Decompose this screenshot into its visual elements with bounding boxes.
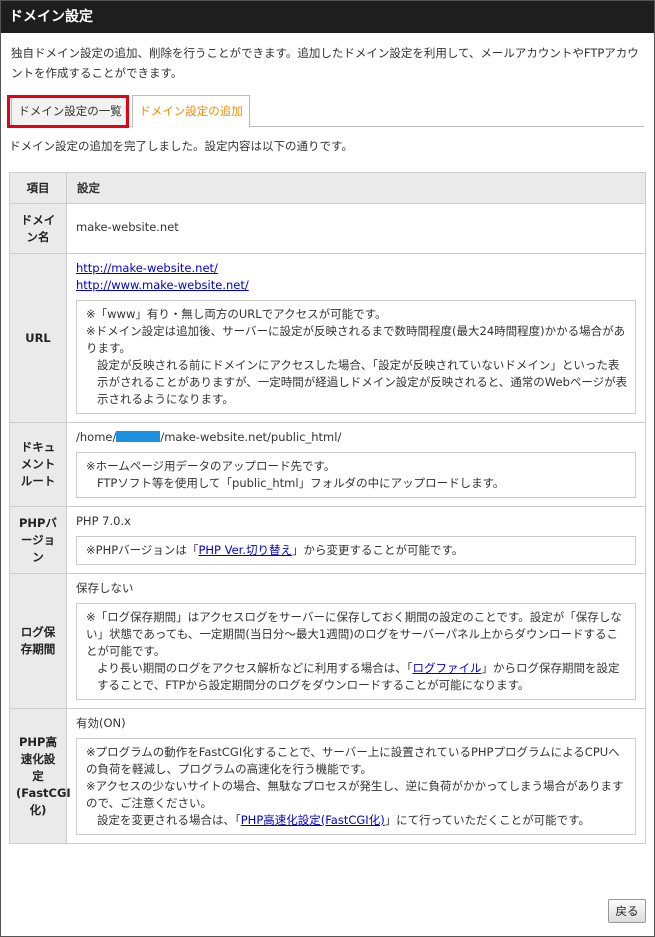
php-version-value: PHP 7.0.x	[76, 514, 131, 528]
log-file-link[interactable]: ログファイル	[412, 661, 481, 675]
url-note-line: ※ドメイン設定は追加後、サーバーに設定が反映されるまで数時間程度(最大24時間程…	[86, 324, 626, 355]
domain-value: make-website.net	[66, 203, 646, 254]
log-value: 保存しない	[76, 581, 134, 595]
docroot-path-prefix: /home/	[76, 430, 117, 444]
back-button[interactable]: 戻る	[608, 899, 646, 923]
table-header-row: 項目 設定	[9, 172, 646, 204]
fastcgi-note: ※プログラムの動作をFastCGI化することで、サーバー上に設置されているPHP…	[76, 738, 636, 835]
php-note-line: ※PHPバージョンは「PHP Ver.切り替え」から変更することが可能です。	[86, 542, 628, 559]
tab-domain-list[interactable]: ドメイン設定の一覧	[11, 95, 129, 127]
fastcgi-note-line: ※アクセスの少ないサイトの場合、無駄なプロセスが発生し、逆に負荷がかかってしまう…	[86, 779, 624, 810]
docroot-note-line: ※ホームページ用データのアップロード先です。	[86, 459, 336, 473]
fastcgi-note-line: ※プログラムの動作をFastCGI化することで、サーバー上に設置されているPHP…	[86, 745, 620, 776]
log-note-prefix: より長い期間のログをアクセス解析などに利用する場合は、「	[97, 661, 413, 675]
php-note: ※PHPバージョンは「PHP Ver.切り替え」から変更することが可能です。	[76, 536, 636, 565]
url-link-2[interactable]: http://www.make-website.net/	[76, 278, 249, 292]
row-label-fastcgi: PHP高速化設定(FastCGI化)	[9, 708, 71, 844]
row-label-log: ログ保存期間	[9, 573, 67, 709]
fastcgi-value: 有効(ON)	[76, 716, 126, 730]
docroot-path: /home/ /make-website.net/public_html/	[76, 429, 636, 446]
tab-domain-add[interactable]: ドメイン設定の追加	[132, 95, 250, 128]
url-link-1[interactable]: http://make-website.net/	[76, 261, 218, 275]
log-note: ※「ログ保存期間」はアクセスログをサーバーに保存しておく期間の設定のことです。設…	[76, 603, 636, 700]
header-setting: 設定	[66, 172, 646, 204]
row-label-url: URL	[9, 253, 67, 423]
page-title: ドメイン設定	[1, 1, 654, 33]
row-label-domain: ドメイン名	[9, 203, 67, 254]
table-row-php: PHPバージョン PHP 7.0.x ※PHPバージョンは「PHP Ver.切り…	[9, 506, 646, 574]
url-note: ※「www」有り・無し両方のURLでアクセスが可能です。 ※ドメイン設定は追加後…	[76, 300, 636, 414]
url-note-line: ※「www」有り・無し両方のURLでアクセスが可能です。	[86, 307, 387, 321]
table-row-log: ログ保存期間 保存しない ※「ログ保存期間」はアクセスログをサーバーに保存してお…	[9, 573, 646, 709]
header-item: 項目	[9, 172, 67, 204]
fastcgi-note-prefix: 設定を変更される場合は、「	[97, 813, 241, 827]
log-note-line: ※「ログ保存期間」はアクセスログをサーバーに保存しておく期間の設定のことです。設…	[86, 610, 622, 658]
intro-text: 独自ドメイン設定の追加、削除を行うことができます。追加したドメイン設定を利用して…	[11, 46, 639, 80]
completion-message: ドメイン設定の追加を完了しました。設定内容は以下の通りです。	[9, 139, 353, 153]
docroot-note-line: FTPソフト等を使用して「public_html」フォルダの中にアップロードしま…	[97, 476, 505, 490]
docroot-note: ※ホームページ用データのアップロード先です。 FTPソフト等を使用して「publ…	[76, 452, 636, 498]
redacted-username	[116, 431, 161, 442]
docroot-path-suffix: /make-website.net/public_html/	[160, 430, 342, 444]
php-note-suffix: 」から変更することが可能です。	[292, 543, 464, 557]
fastcgi-note-suffix: 」にて行っていただくことが可能です。	[384, 813, 590, 827]
url-note-line: 設定が反映される前にドメインにアクセスした場合、「設定が反映されていないドメイン…	[97, 358, 628, 406]
settings-table: 項目 設定 ドメイン名 make-website.net URL http://…	[9, 172, 646, 844]
fastcgi-settings-link[interactable]: PHP高速化設定(FastCGI化)	[241, 813, 385, 827]
row-label-php: PHPバージョン	[9, 506, 67, 574]
table-row-docroot: ドキュメントルート /home/ /make-website.net/public…	[9, 422, 646, 507]
table-row-domain: ドメイン名 make-website.net	[9, 203, 646, 254]
log-note-line: より長い期間のログをアクセス解析などに利用する場合は、「ログファイル」からログ保…	[86, 660, 628, 694]
php-note-prefix: ※PHPバージョンは「	[86, 543, 199, 557]
row-label-docroot: ドキュメントルート	[9, 422, 67, 507]
php-version-switch-link[interactable]: PHP Ver.切り替え	[198, 543, 292, 557]
tab-bar: ドメイン設定の一覧 ドメイン設定の追加	[11, 95, 644, 128]
table-row-fastcgi: PHP高速化設定(FastCGI化) 有効(ON) ※プログラムの動作をFast…	[9, 708, 646, 844]
table-row-url: URL http://make-website.net/ http://www.…	[9, 253, 646, 423]
fastcgi-note-line: 設定を変更される場合は、「PHP高速化設定(FastCGI化)」にて行っていただ…	[86, 812, 628, 829]
